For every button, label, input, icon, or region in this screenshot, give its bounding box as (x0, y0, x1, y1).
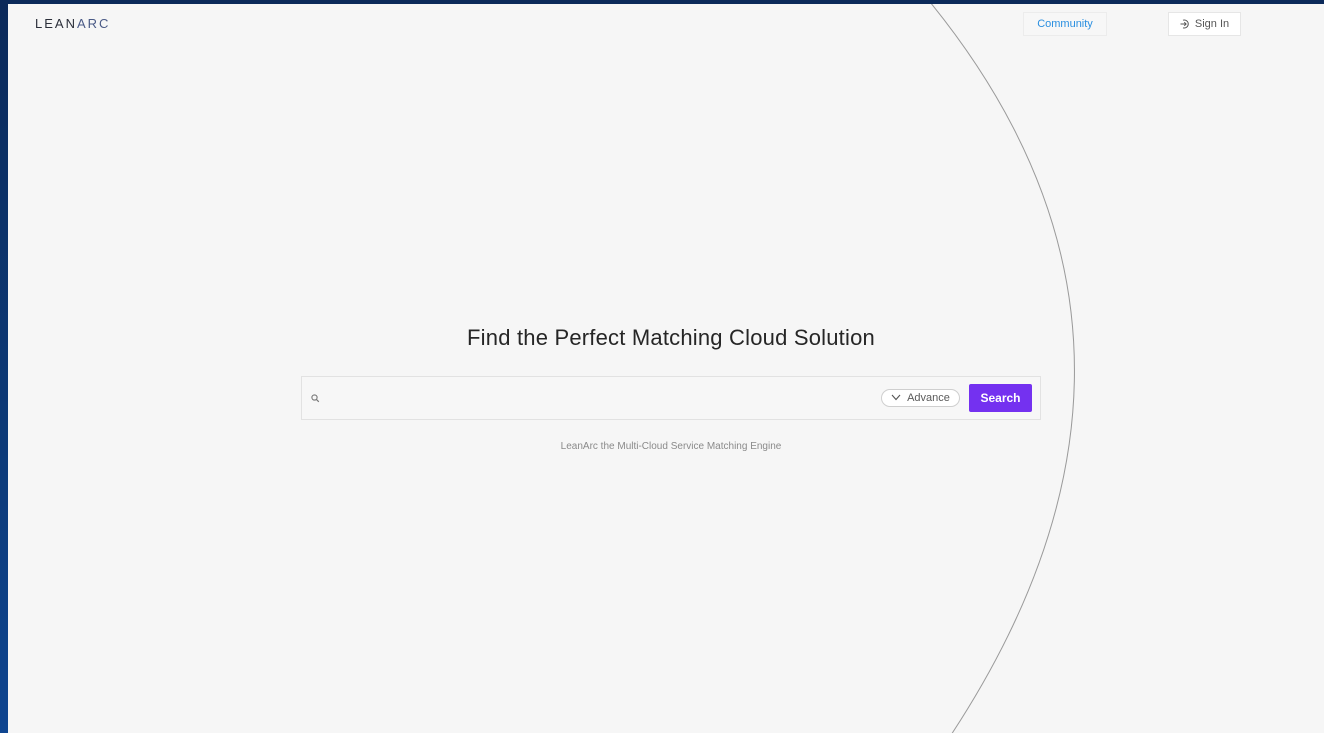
community-link[interactable]: Community (1023, 12, 1107, 36)
page-title: Find the Perfect Matching Cloud Solution (467, 325, 875, 350)
app-window: LEANARC Community Sign In Find the Perfe… (8, 4, 1324, 733)
sign-in-button[interactable]: Sign In (1168, 12, 1241, 36)
decorative-arc (930, 4, 1075, 733)
search-button[interactable]: Search (969, 384, 1032, 412)
advance-label: Advance (907, 392, 950, 404)
chevron-down-icon (891, 392, 901, 404)
logo-text-lean: LEAN (35, 16, 77, 31)
sign-in-icon (1180, 19, 1190, 29)
search-input[interactable] (328, 385, 872, 413)
search-icon (310, 392, 322, 404)
community-label: Community (1037, 18, 1093, 30)
logo[interactable]: LEANARC (35, 16, 110, 31)
search-bar: Advance Search (301, 376, 1041, 420)
tagline: LeanArc the Multi-Cloud Service Matching… (560, 441, 782, 452)
sign-in-label: Sign In (1194, 18, 1230, 30)
advance-toggle[interactable]: Advance (881, 389, 960, 407)
logo-text-arc: ARC (76, 16, 111, 31)
